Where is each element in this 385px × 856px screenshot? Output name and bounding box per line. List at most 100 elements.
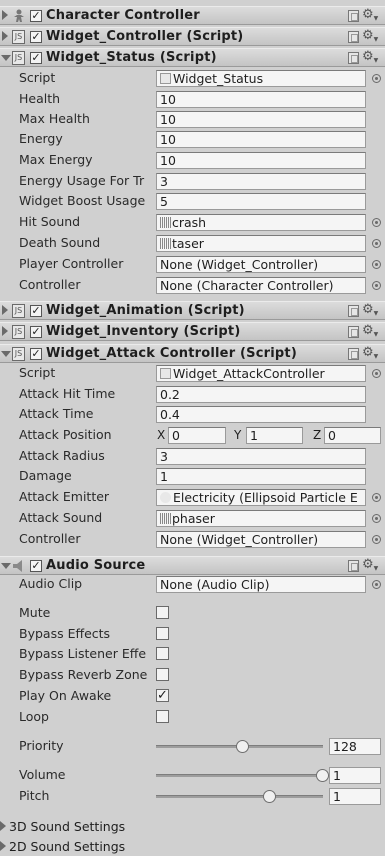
attack-radius-field[interactable]: 3 xyxy=(156,448,366,465)
object-picker-icon[interactable] xyxy=(372,369,381,378)
component-header-widget-animation[interactable]: JS ✓ Widget_Animation (Script) ⚙▼ xyxy=(0,301,385,320)
gear-icon[interactable]: ⚙▼ xyxy=(362,7,378,22)
object-picker-icon[interactable] xyxy=(372,239,381,248)
health-field[interactable]: 10 xyxy=(156,91,366,108)
energy-usage-field[interactable]: 3 xyxy=(156,173,366,190)
priority-field[interactable]: 128 xyxy=(329,738,381,755)
damage-field[interactable]: 1 xyxy=(156,468,366,485)
gear-icon[interactable]: ⚙▼ xyxy=(362,28,378,43)
enable-checkbox[interactable]: ✓ xyxy=(30,348,42,360)
foldout-arrow-icon[interactable] xyxy=(2,10,8,20)
controller-field[interactable]: None (Character Controller) xyxy=(156,277,366,294)
bypass-effects-checkbox[interactable] xyxy=(156,627,169,640)
attack-time-field[interactable]: 0.4 xyxy=(156,406,366,423)
pitch-label: Pitch xyxy=(19,788,50,803)
pitch-slider-handle[interactable] xyxy=(262,790,276,803)
foldout-arrow-icon[interactable] xyxy=(2,326,8,336)
loop-checkbox[interactable] xyxy=(156,710,169,723)
component-header-widget-controller[interactable]: JS ✓ Widget_Controller (Script) ⚙▼ xyxy=(0,27,385,46)
help-book-icon[interactable] xyxy=(348,326,359,338)
death-sound-label: Death Sound xyxy=(19,235,101,250)
foldout-3d-sound-settings[interactable]: 3D Sound Settings xyxy=(0,819,125,834)
help-book-icon[interactable] xyxy=(348,305,359,317)
attack-emitter-field[interactable]: Electricity (Ellipsoid Particle E xyxy=(156,489,366,506)
play-on-awake-checkbox[interactable]: ✓ xyxy=(156,689,169,702)
component-header-audio-source[interactable]: ✓ Audio Source ⚙▼ xyxy=(0,556,385,575)
foldout-2d-sound-settings[interactable]: 2D Sound Settings xyxy=(0,839,125,854)
foldout-arrow-icon[interactable] xyxy=(1,55,11,61)
attack-hit-time-field[interactable]: 0.2 xyxy=(156,386,366,403)
audio-clip-label: Audio Clip xyxy=(19,576,83,591)
energy-field[interactable]: 10 xyxy=(156,131,366,148)
controller-label: Controller xyxy=(19,531,81,546)
enable-checkbox[interactable]: ✓ xyxy=(30,305,42,317)
attack-position-y-field[interactable]: 1 xyxy=(246,427,303,444)
max-energy-label: Max Energy xyxy=(19,152,93,167)
component-header-widget-inventory[interactable]: JS ✓ Widget_Inventory (Script) ⚙▼ xyxy=(0,322,385,341)
enable-checkbox[interactable]: ✓ xyxy=(30,10,42,22)
help-book-icon[interactable] xyxy=(348,10,359,22)
object-picker-icon[interactable] xyxy=(372,218,381,227)
bypass-listener-effects-checkbox[interactable] xyxy=(156,647,169,660)
play-on-awake-label: Play On Awake xyxy=(19,688,112,703)
component-title: Widget_Status (Script) xyxy=(46,50,217,65)
gear-icon[interactable]: ⚙▼ xyxy=(362,345,378,360)
object-picker-icon[interactable] xyxy=(372,281,381,290)
gear-icon[interactable]: ⚙▼ xyxy=(362,302,378,317)
enable-checkbox[interactable]: ✓ xyxy=(30,52,42,64)
enable-checkbox[interactable]: ✓ xyxy=(30,560,42,572)
controller-field[interactable]: None (Widget_Controller) xyxy=(156,531,366,548)
volume-slider-handle[interactable] xyxy=(316,769,329,782)
foldout-arrow-icon[interactable] xyxy=(2,31,8,41)
enable-checkbox[interactable]: ✓ xyxy=(30,326,42,338)
audio-clip-icon xyxy=(160,217,171,228)
foldout-arrow-icon xyxy=(0,841,6,851)
component-header-widget-status[interactable]: JS ✓ Widget_Status (Script) ⚙▼ xyxy=(0,48,385,67)
volume-slider-track[interactable] xyxy=(156,774,323,777)
object-picker-icon[interactable] xyxy=(372,535,381,544)
attack-position-x-field[interactable]: 0 xyxy=(168,427,226,444)
component-header-character-controller[interactable]: ✓ Character Controller ⚙▼ xyxy=(0,6,385,25)
enable-checkbox[interactable]: ✓ xyxy=(30,31,42,43)
script-field[interactable]: Widget_Status xyxy=(156,70,366,87)
damage-label: Damage xyxy=(19,468,72,483)
gear-icon[interactable]: ⚙▼ xyxy=(362,323,378,338)
mute-checkbox[interactable] xyxy=(156,606,169,619)
gear-icon[interactable]: ⚙▼ xyxy=(362,49,378,64)
player-controller-field[interactable]: None (Widget_Controller) xyxy=(156,256,366,273)
help-book-icon[interactable] xyxy=(348,52,359,64)
script-field[interactable]: Widget_AttackController xyxy=(156,365,366,382)
foldout-arrow-icon[interactable] xyxy=(2,305,8,315)
component-header-widget-attack-controller[interactable]: JS ✓ Widget_Attack Controller (Script) ⚙… xyxy=(0,344,385,363)
volume-field[interactable]: 1 xyxy=(329,767,381,784)
help-book-icon[interactable] xyxy=(348,31,359,43)
script-icon: JS xyxy=(12,51,25,65)
object-picker-icon[interactable] xyxy=(372,74,381,83)
object-picker-icon[interactable] xyxy=(372,260,381,269)
priority-slider-handle[interactable] xyxy=(236,740,249,753)
bypass-effects-label: Bypass Effects xyxy=(19,626,111,641)
gear-icon[interactable]: ⚙▼ xyxy=(362,557,378,572)
pitch-slider-track[interactable] xyxy=(156,795,323,798)
max-health-field[interactable]: 10 xyxy=(156,111,366,128)
bypass-reverb-zones-label: Bypass Reverb Zone xyxy=(19,667,148,682)
attack-sound-field[interactable]: phaser xyxy=(156,510,366,527)
widget-boost-field[interactable]: 5 xyxy=(156,193,366,210)
hit-sound-field[interactable]: crash xyxy=(156,214,366,231)
bypass-reverb-zones-checkbox[interactable] xyxy=(156,668,169,681)
death-sound-field[interactable]: taser xyxy=(156,235,366,252)
help-book-icon[interactable] xyxy=(348,560,359,572)
widget-boost-label: Widget Boost Usage xyxy=(19,193,146,208)
object-picker-icon[interactable] xyxy=(372,580,381,589)
max-energy-field[interactable]: 10 xyxy=(156,152,366,169)
foldout-arrow-icon[interactable] xyxy=(1,351,11,357)
object-picker-icon[interactable] xyxy=(372,493,381,502)
audio-clip-field[interactable]: None (Audio Clip) xyxy=(156,576,366,593)
object-picker-icon[interactable] xyxy=(372,514,381,523)
foldout-arrow-icon[interactable] xyxy=(1,563,11,569)
help-book-icon[interactable] xyxy=(348,348,359,360)
attack-position-z-field[interactable]: 0 xyxy=(324,427,381,444)
pitch-field[interactable]: 1 xyxy=(329,788,381,805)
chevron-down-icon: ▼ xyxy=(373,565,379,572)
max-health-label: Max Health xyxy=(19,111,90,126)
